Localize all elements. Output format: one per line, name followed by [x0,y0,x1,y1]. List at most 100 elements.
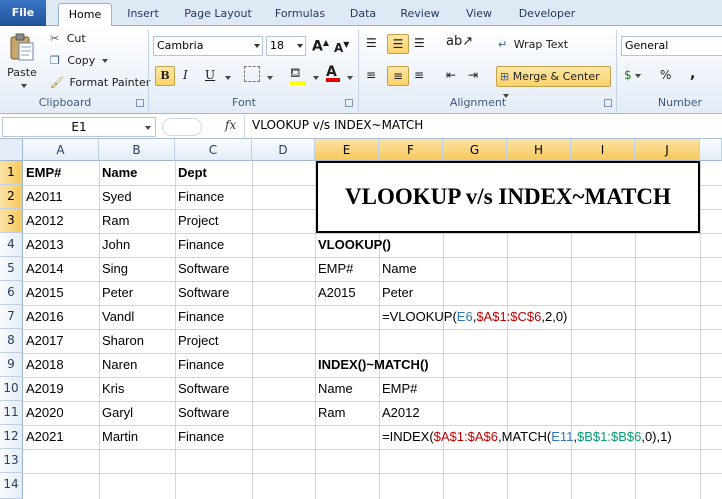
table-cell[interactable]: Software [175,401,229,425]
align-left-icon[interactable]: ≡ [366,68,376,82]
table-cell[interactable]: Garyl [99,401,133,425]
column-header-e[interactable]: E [315,139,379,161]
cell-e6[interactable]: A2015 [315,281,356,305]
orientation-icon[interactable]: ab↗ [446,34,473,49]
fill-color-button[interactable]: ⛾ [290,66,306,85]
table-cell[interactable]: Sing [99,257,128,281]
number-format-combo[interactable]: General [621,36,722,56]
grow-font-button[interactable]: A▲ [312,38,329,55]
tab-home[interactable]: Home [58,3,112,27]
table-cell[interactable]: Software [175,281,229,305]
column-header-a[interactable]: A [23,139,99,161]
vlookup-heading[interactable]: VLOOKUP() [315,233,391,257]
table-cell[interactable]: A2018 [23,353,64,377]
comma-style-button[interactable]: , [690,66,695,82]
copy-button[interactable]: ❐ Copy [50,54,108,67]
cell-f5[interactable]: Name [379,257,417,281]
formula-input[interactable]: VLOOKUP v/s INDEX~MATCH [252,118,423,132]
tab-file[interactable]: File [0,0,46,26]
percent-button[interactable]: % [660,68,671,82]
cut-button[interactable]: ✂ Cut [50,32,86,45]
table-cell[interactable]: A2021 [23,425,64,449]
table-cell[interactable]: A2016 [23,305,64,329]
cell-e5[interactable]: EMP# [315,257,353,281]
table-cell[interactable]: Software [175,377,229,401]
column-header-i[interactable]: I [571,139,635,161]
align-right-icon[interactable]: ≡ [414,68,424,82]
row-header[interactable]: 9 [0,353,23,377]
table-cell[interactable]: Finance [175,353,224,377]
tab-view[interactable]: View [460,3,498,26]
font-dialog-launcher-icon[interactable] [345,99,353,107]
format-painter-button[interactable]: 🖌 Format Painter [50,76,150,89]
merge-center-button[interactable]: ⊞ Merge & Center [496,66,611,98]
table-cell[interactable]: Finance [175,425,224,449]
table-cell[interactable]: Peter [99,281,133,305]
underline-dropdown-icon[interactable] [225,76,231,80]
select-all-button[interactable] [0,139,23,161]
row-header[interactable]: 14 [0,473,23,499]
row-header[interactable]: 5 [0,257,23,281]
table-cell[interactable]: A2015 [23,281,64,305]
font-size-combo[interactable]: 18 [266,36,306,56]
table-cell[interactable]: Project [175,209,218,233]
align-middle-icon[interactable]: ☰ [387,34,409,54]
italic-button[interactable]: I [183,68,188,82]
column-header-d[interactable]: D [252,139,315,161]
clipboard-dialog-launcher-icon[interactable] [136,99,144,107]
row-header[interactable]: 1 [0,161,23,185]
table-cell[interactable]: Vandl [99,305,134,329]
worksheet-grid[interactable]: A B C D E F G H I J 1 2 3 4 5 6 7 8 9 10… [0,139,722,499]
index-match-formula-cell[interactable]: =INDEX($A$1:$A$6,MATCH(E11,$B$1:$B$6,0),… [379,425,672,449]
table-cell[interactable]: A2012 [23,209,64,233]
cell-e11[interactable]: Ram [315,401,345,425]
table-cell[interactable]: Finance [175,233,224,257]
table-cell[interactable]: John [99,233,130,257]
tab-insert[interactable]: Insert [120,3,166,26]
row-header[interactable]: 10 [0,377,23,401]
tab-formulas[interactable]: Formulas [270,3,330,26]
align-top-icon[interactable]: ☰ [366,36,377,50]
font-color-button[interactable]: A [326,64,340,82]
bold-button[interactable]: B [155,66,175,86]
row-header[interactable]: 11 [0,401,23,425]
vlookup-formula-cell[interactable]: =VLOOKUP(E6,$A$1:$C$6,2,0) [379,305,567,329]
row-header[interactable]: 4 [0,233,23,257]
currency-button[interactable]: $ [624,68,641,82]
table-cell[interactable]: Software [175,257,229,281]
fill-color-dropdown-icon[interactable] [313,76,319,80]
table-cell[interactable]: Sharon [99,329,144,353]
table-cell[interactable]: A2017 [23,329,64,353]
table-cell[interactable]: A2011 [23,185,63,209]
column-header-j[interactable]: J [635,139,700,161]
align-bottom-icon[interactable]: ☰ [414,36,425,50]
formula-bar-resize-handle[interactable] [162,118,202,136]
decrease-indent-icon[interactable]: ⇤ [446,68,456,82]
cell-c1[interactable]: Dept [175,161,207,185]
row-header[interactable]: 2 [0,185,23,209]
paste-button[interactable]: Paste [4,30,40,88]
alignment-dialog-launcher-icon[interactable] [604,99,612,107]
column-header-f[interactable]: F [379,139,443,161]
shrink-font-button[interactable]: A▼ [334,40,349,55]
table-cell[interactable]: Syed [99,185,132,209]
row-header[interactable]: 3 [0,209,23,233]
index-match-heading[interactable]: INDEX()~MATCH() [315,353,429,377]
table-cell[interactable]: A2014 [23,257,64,281]
borders-dropdown-icon[interactable] [267,76,273,80]
tab-developer[interactable]: Developer [514,3,580,26]
row-header[interactable]: 6 [0,281,23,305]
table-cell[interactable]: Finance [175,185,224,209]
align-center-icon[interactable]: ≡ [387,66,409,86]
font-name-combo[interactable]: Cambria [153,36,263,56]
chevron-down-icon[interactable] [145,126,151,130]
name-box[interactable]: E1 [2,117,156,137]
column-header-h[interactable]: H [507,139,571,161]
table-cell[interactable]: A2020 [23,401,64,425]
wrap-text-button[interactable]: ↵ Wrap Text [498,38,568,51]
row-header[interactable]: 7 [0,305,23,329]
font-color-dropdown-icon[interactable] [347,76,353,80]
insert-function-icon[interactable]: fx [225,118,236,132]
tab-data[interactable]: Data [344,3,382,26]
row-header[interactable]: 13 [0,449,23,473]
